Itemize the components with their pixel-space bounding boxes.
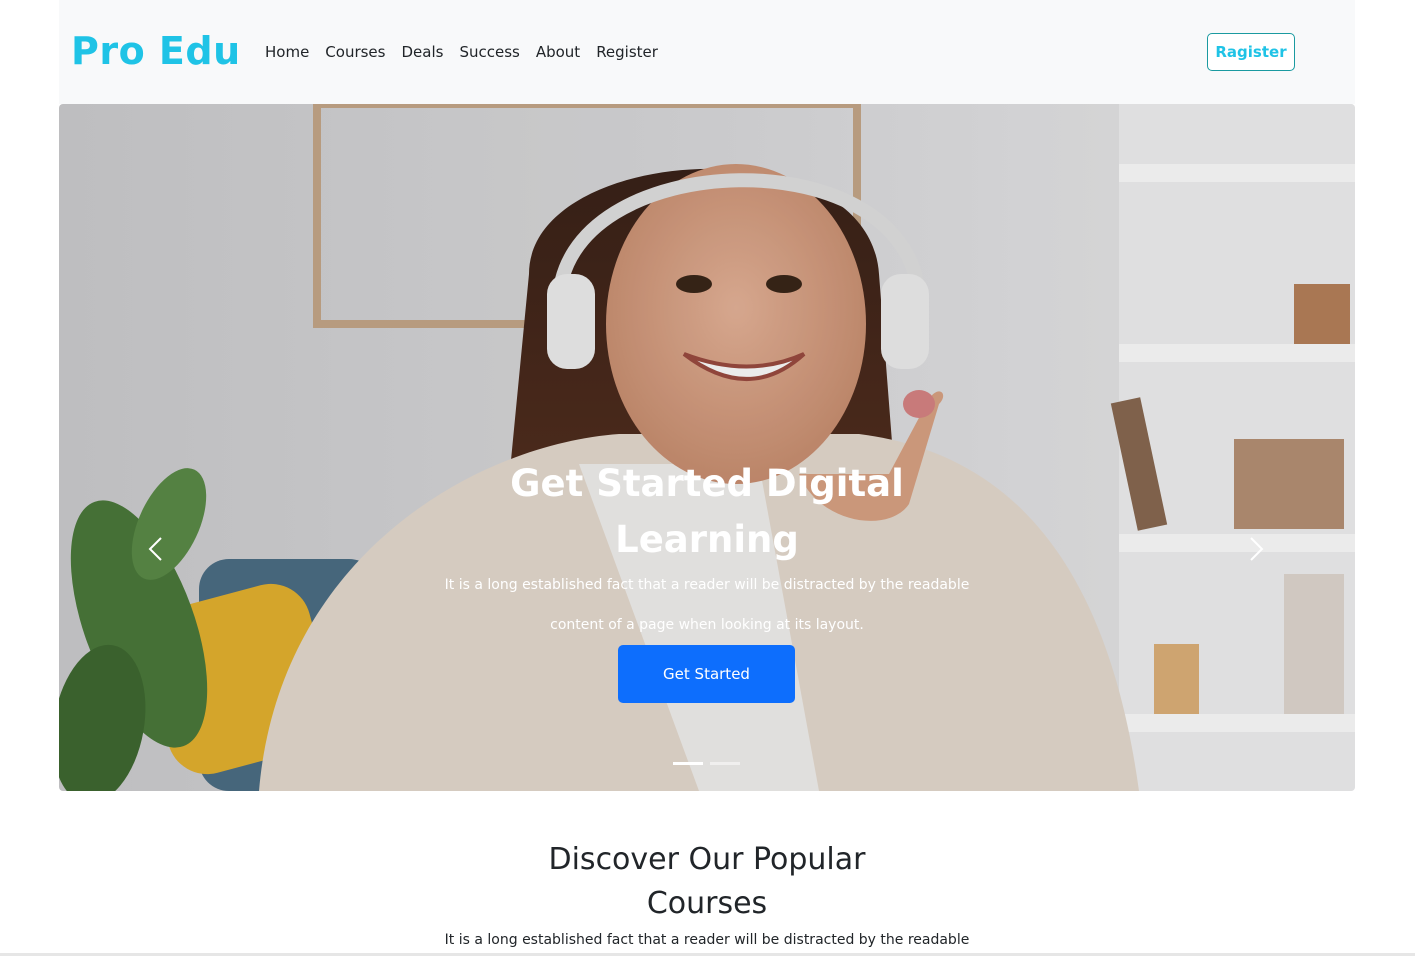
hero-carousel: Get Started Digital Learning It is a lon… [59, 104, 1355, 791]
nav-link-deals[interactable]: Deals [393, 42, 451, 62]
main-nav: Home Courses Deals Success About Registe… [257, 42, 666, 62]
carousel-indicator[interactable] [710, 762, 740, 765]
carousel-indicator[interactable] [673, 762, 703, 765]
nav-link-success[interactable]: Success [451, 42, 527, 62]
brand-logo[interactable]: Pro Edu [71, 29, 241, 73]
chevron-left-icon [148, 537, 162, 561]
carousel-prev-button[interactable] [141, 534, 171, 564]
section-description: It is a long established fact that a rea… [444, 932, 970, 948]
section-title: Discover Our Popular Courses [548, 842, 866, 921]
carousel-next-button[interactable] [1241, 534, 1271, 564]
get-started-button[interactable]: Get Started [618, 645, 795, 703]
nav-link-about[interactable]: About [528, 42, 588, 62]
nav-link-courses[interactable]: Courses [317, 42, 393, 62]
nav-link-home[interactable]: Home [257, 42, 317, 62]
nav-link-register[interactable]: Register [588, 42, 666, 62]
register-button[interactable]: Ragister [1207, 33, 1295, 71]
navbar: Pro Edu Home Courses Deals Success About… [59, 0, 1355, 104]
hero-description: It is a long established fact that a rea… [444, 577, 970, 633]
chevron-right-icon [1250, 537, 1264, 561]
hero-title: Get Started Digital Learning [510, 462, 904, 561]
